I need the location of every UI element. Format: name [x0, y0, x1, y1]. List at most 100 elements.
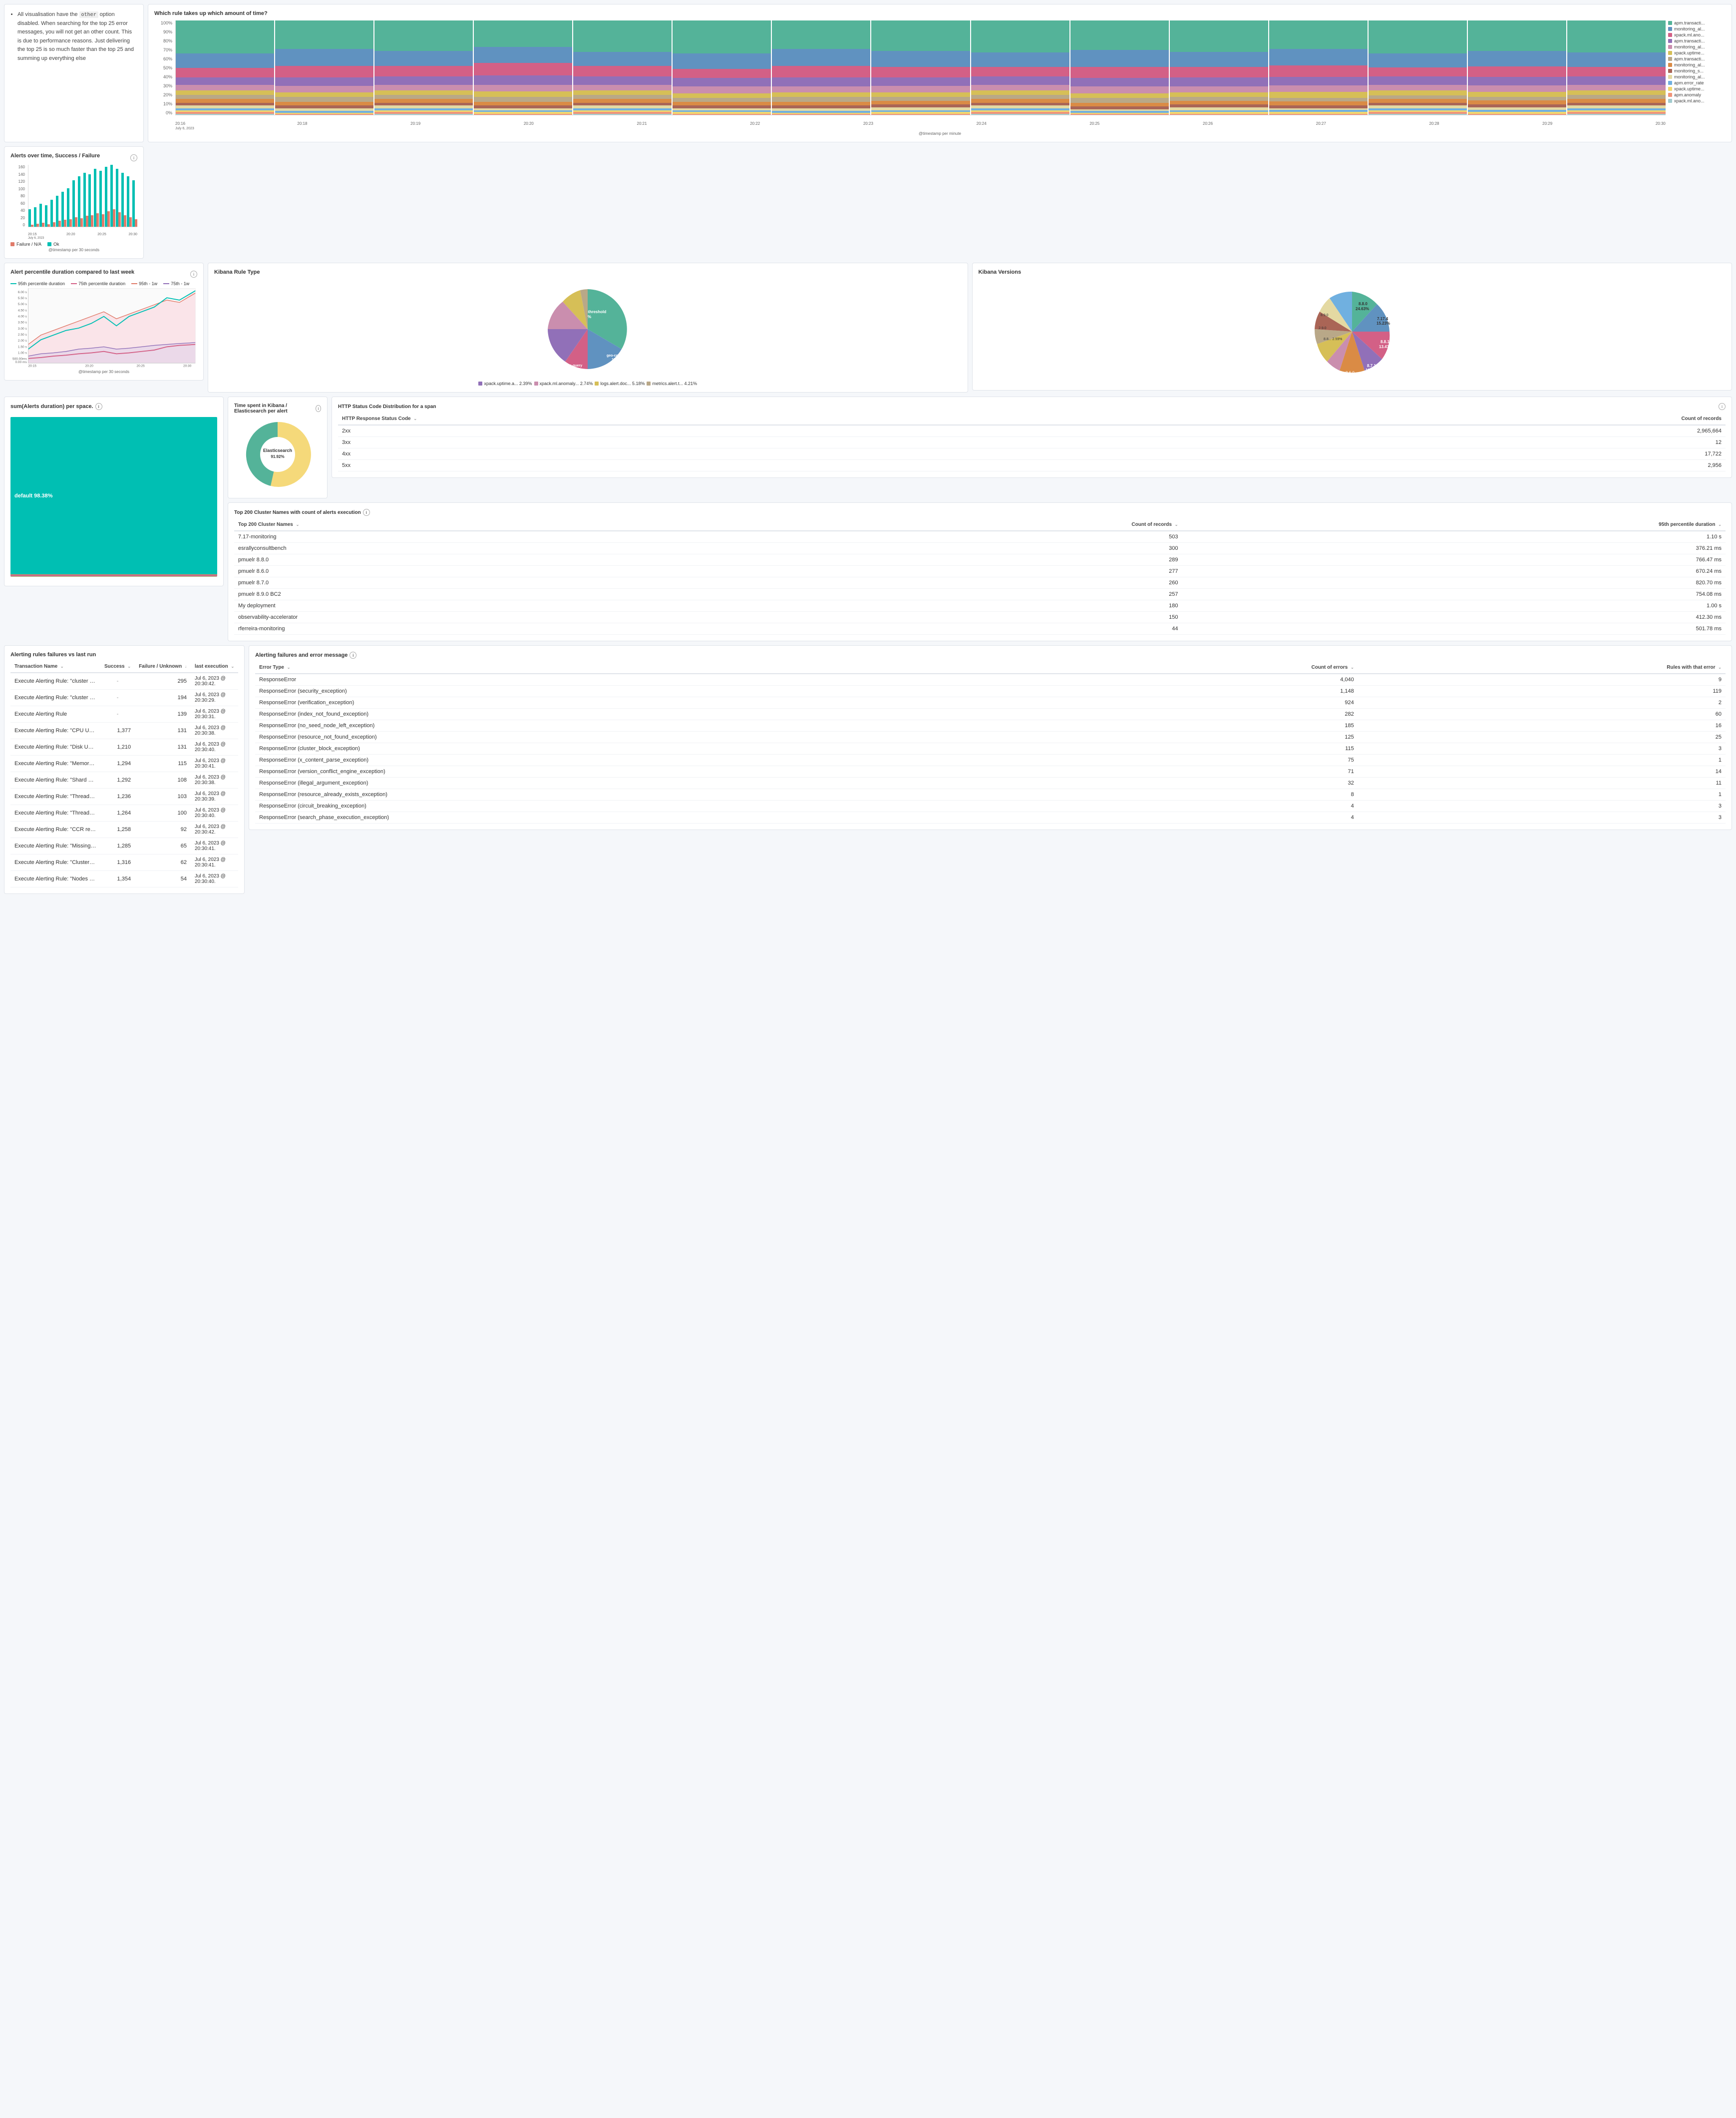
failure-cell: 62 — [135, 854, 191, 871]
failure-cell: 131 — [135, 739, 191, 756]
stacked-x-labels: 20:16July 6, 2023 20:18 20:19 20:20 20:2… — [175, 121, 1666, 130]
bar-segment — [673, 69, 771, 78]
bar-segment — [1468, 66, 1566, 77]
svg-text:11.22%: 11.22% — [1366, 368, 1379, 373]
right-column: Time spent in Kibana / Elasticsearch per… — [228, 397, 1732, 641]
fail-bar — [36, 224, 39, 227]
info-text: All visualisation have the other option … — [17, 10, 137, 63]
table-row: Execute Alerting Rule: "cluster health n… — [10, 690, 238, 706]
bar-segment — [275, 66, 373, 77]
alerts-chart-card: Alerts over time, Success / Failure i 16… — [4, 146, 144, 259]
error-rules-cell: 14 — [1358, 766, 1726, 778]
last-exec-cell: Jul 6, 2023 @ 20:30:42. — [191, 822, 238, 838]
svg-text:3.00 s: 3.00 s — [18, 327, 27, 331]
cluster-p95-cell: 754.08 ms — [1182, 589, 1726, 600]
fail-bar — [42, 223, 44, 227]
bar-segment — [573, 52, 672, 66]
svg-text:9.65%: 9.65% — [1344, 375, 1355, 379]
http-code-cell: 5xx — [338, 460, 1215, 471]
top200-col-name[interactable]: Top 200 Cluster Names ⌄ — [234, 519, 764, 531]
fail-bar — [69, 219, 72, 227]
bar-segment — [673, 86, 771, 93]
svg-text:24.63%: 24.63% — [1356, 307, 1369, 311]
cluster-count-cell: 289 — [764, 554, 1182, 566]
error-type-cell: ResponseError (verification_exception) — [255, 697, 1062, 709]
errors-col-count[interactable]: Count of errors ⌄ — [1062, 662, 1358, 674]
space-card: sum(Alerts duration) per space. i defaul… — [4, 397, 224, 586]
failures-col-lastexec[interactable]: last execution ⌄ — [191, 661, 238, 673]
success-cell: 1,264 — [100, 805, 135, 822]
transaction-name-cell: Execute Alerting Rule: "CPU Usage" — [10, 723, 100, 739]
bar-segment — [374, 66, 473, 76]
failures-col-success[interactable]: Success ⌄ — [100, 661, 135, 673]
success-cell: 1,258 — [100, 822, 135, 838]
line-chart-card: Alert percentile duration compared to la… — [4, 263, 204, 381]
bar-segment — [1070, 103, 1169, 107]
bar-segment — [176, 20, 274, 53]
bar-segment — [1369, 114, 1467, 115]
error-type-cell: ResponseError (cluster_block_exception) — [255, 743, 1062, 755]
legend-color-dot — [1668, 93, 1672, 97]
top200-info-icon: i — [363, 509, 370, 516]
cluster-p95-cell: 412.30 ms — [1182, 612, 1726, 623]
bar-segment — [474, 75, 572, 85]
legend-item: apm.transacti... — [1668, 38, 1726, 43]
bar-segment — [1269, 77, 1368, 85]
alert-bar-pair — [67, 165, 72, 227]
bar-segment — [1369, 99, 1467, 102]
success-cell: 1,236 — [100, 789, 135, 805]
stacked-bar-group — [1567, 20, 1666, 115]
bar-segment — [1269, 65, 1368, 77]
legend-label: monitoring_al... — [1674, 44, 1705, 49]
bar-segment — [275, 86, 373, 92]
bar-segment — [673, 114, 771, 115]
error-rules-cell: 1 — [1358, 789, 1726, 801]
table-row: ResponseError (circuit_breaking_exceptio… — [255, 801, 1726, 812]
bar-segment — [871, 97, 970, 101]
svg-text:8.8... 2.59%: 8.8... 2.59% — [1324, 338, 1342, 341]
failure-cell: 295 — [135, 673, 191, 690]
top200-col-count[interactable]: Count of records ⌄ — [764, 519, 1182, 531]
error-type-cell: ResponseError (search_phase_execution_ex… — [255, 812, 1062, 824]
http-count-cell: 12 — [1215, 437, 1726, 448]
top200-col-p95[interactable]: 95th percentile duration ⌄ — [1182, 519, 1726, 531]
error-type-cell: ResponseError (resource_already_exists_e… — [255, 789, 1062, 801]
bar-segment — [971, 99, 1069, 103]
table-row: Execute Alerting Rule: "Memory Usage 1,2… — [10, 756, 238, 772]
last-exec-cell: Jul 6, 2023 @ 20:30:41. — [191, 756, 238, 772]
http-col-count[interactable]: Count of records — [1215, 413, 1726, 425]
http-code-cell: 2xx — [338, 425, 1215, 437]
ok-bar — [28, 209, 31, 227]
bar-segment — [474, 63, 572, 75]
p95-legend-label: 95th percentile duration — [18, 281, 65, 286]
stacked-bar-group — [374, 20, 473, 115]
table-row: ResponseError (search_phase_execution_ex… — [255, 812, 1726, 824]
bar-segment — [1567, 20, 1666, 52]
failure-cell: 115 — [135, 756, 191, 772]
alert-bar-pair — [45, 165, 50, 227]
bar-segment — [176, 90, 274, 95]
failures-col-name[interactable]: Transaction Name ⌄ — [10, 661, 100, 673]
bar-segment — [1070, 20, 1169, 50]
svg-text:2.9.0: 2.9.0 — [1319, 327, 1327, 330]
bar-segment — [772, 20, 870, 49]
error-rules-cell: 3 — [1358, 812, 1726, 824]
svg-text:20:20: 20:20 — [85, 365, 94, 368]
errors-col-type[interactable]: Error Type ⌄ — [255, 662, 1062, 674]
bar-segment — [1170, 92, 1268, 97]
http-col-code[interactable]: HTTP Response Status Code ⌄ — [338, 413, 1215, 425]
legend-label: monitoring_al... — [1674, 74, 1705, 79]
last-exec-cell: Jul 6, 2023 @ 20:30:40. — [191, 739, 238, 756]
svg-text:2.00 s: 2.00 s — [18, 339, 27, 343]
errors-col-rules[interactable]: Rules with that error ⌄ — [1358, 662, 1726, 674]
error-type-cell: ResponseError (security_exception) — [255, 686, 1062, 697]
p75-1w-legend-line — [163, 283, 169, 284]
svg-text:4.00 s: 4.00 s — [18, 315, 27, 318]
bar-segment — [871, 86, 970, 92]
alert-bar-pair — [28, 165, 33, 227]
table-row: pmuelr 8.6.0 277 670.24 ms — [234, 566, 1726, 577]
cluster-p95-cell: 766.47 ms — [1182, 554, 1726, 566]
success-cell: 1,354 — [100, 871, 135, 887]
failures-col-failure[interactable]: Failure / Unknown ↓ — [135, 661, 191, 673]
bar-segment — [1468, 114, 1566, 115]
